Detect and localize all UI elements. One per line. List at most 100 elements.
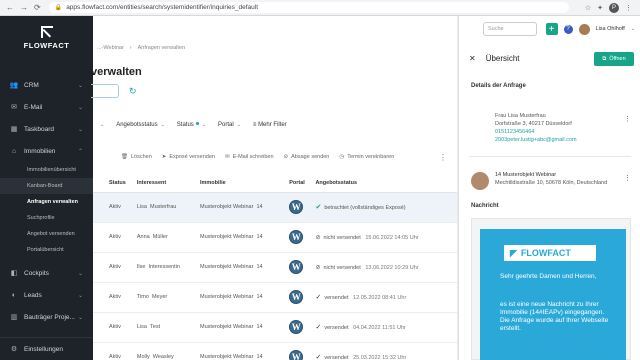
address-bar[interactable]: 🔒 apps.flowfact.com/entities/search/syst… bbox=[48, 2, 569, 13]
row-checkbox[interactable] bbox=[93, 342, 107, 360]
menu-icon[interactable]: ⋮ bbox=[625, 4, 632, 12]
cell-status: Aktiv bbox=[107, 192, 135, 223]
column-header-interessent[interactable]: Interessent bbox=[134, 174, 198, 193]
mail-logo: ◤ FLOWFACT bbox=[504, 245, 596, 261]
cell-interessent[interactable]: Lisa Test bbox=[134, 312, 198, 343]
sidebar-item-leads[interactable]: ◐ Leads ⌄ bbox=[0, 284, 93, 306]
reload-icon[interactable]: ⟳ bbox=[34, 3, 41, 12]
sidebar-sub-immobilienuebersicht[interactable]: Immobilienübersicht bbox=[0, 162, 93, 178]
cell-immobilie[interactable]: Musterobjekt Webinar 14 bbox=[198, 312, 288, 343]
cell-portal: W bbox=[287, 312, 314, 343]
sidebar-item-email[interactable]: ✉ E-Mail ⌄ bbox=[0, 96, 93, 118]
cell-immobilie[interactable]: Musterobjekt Webinar 14 bbox=[198, 342, 288, 360]
more-icon[interactable]: ⋮ bbox=[624, 115, 631, 123]
sidebar-item-settings[interactable]: ⚙ Einstellungen bbox=[0, 338, 93, 360]
table-row[interactable]: Aktiv Ilse Interessentin Musterobjekt Webi… bbox=[93, 252, 457, 283]
contact-address: Dorfstraße 3, 40217 Düsseldorf bbox=[495, 121, 572, 127]
contact-phone[interactable]: 0151123456464 bbox=[495, 129, 577, 135]
property-address: Mechtildisstraße 10, 50678 Köln, Deutsch… bbox=[495, 180, 608, 186]
cell-angebotsstatus: ✓ versendet 25.03.2022 15:32 Uhr bbox=[313, 342, 457, 360]
close-icon[interactable]: ✕ bbox=[469, 54, 476, 63]
more-actions-icon[interactable]: ⋮ bbox=[439, 153, 447, 162]
board-icon: ▦ bbox=[10, 126, 18, 133]
sidebar-item-label: Bauträger Proje... bbox=[24, 313, 75, 321]
back-icon[interactable]: ← bbox=[6, 3, 14, 12]
refresh-icon[interactable]: ↻ bbox=[129, 86, 137, 97]
cell-immobilie[interactable]: Musterobjekt Webinar 14 bbox=[198, 222, 288, 253]
sidebar-item-immobilien[interactable]: ⌂ Immobilien ⌃ bbox=[0, 140, 93, 162]
star-icon[interactable]: ☆ bbox=[585, 4, 591, 12]
filter-angebotsstatus[interactable]: Angebotsstatus ⌄ bbox=[116, 122, 165, 128]
filter-more[interactable]: ≡ Mehr Filter bbox=[253, 122, 287, 128]
sidebar-item-cockpits[interactable]: ◧ Cockpits ⌄ bbox=[0, 262, 93, 284]
write-email-button[interactable]: ✉ E-Mail schreiben bbox=[225, 154, 274, 160]
cell-angebotsstatus: ⊘ nicht versendet 13.06.2022 10:29 Uhr bbox=[313, 252, 457, 283]
brand-logo[interactable]: FLOWFACT bbox=[0, 16, 93, 60]
cell-immobilie[interactable]: Musterobjekt Webinar 14 bbox=[198, 282, 288, 313]
profile-avatar[interactable]: P bbox=[609, 2, 619, 13]
more-icon[interactable]: ⋮ bbox=[624, 174, 631, 182]
send-rejection-button[interactable]: ⊘ Absage senden bbox=[284, 154, 330, 160]
user-name[interactable]: Lisa Ohlhoff bbox=[596, 26, 625, 32]
column-header-portal[interactable]: Portal bbox=[287, 174, 314, 193]
sidebar-item-bautraeger[interactable]: ▥ Bauträger Proje... ⌄ bbox=[0, 306, 93, 328]
extensions-icon[interactable]: ✦ bbox=[597, 4, 603, 12]
cell-interessent[interactable]: Ilse Interessentin bbox=[134, 252, 198, 283]
table-row[interactable]: Aktiv Anna Müller Musterobjekt Webinar 14 W… bbox=[93, 222, 457, 253]
mail-greeting: Sehr geehrte Damen und Herren, bbox=[500, 273, 597, 280]
cell-interessent[interactable]: Molly Weasley bbox=[134, 342, 198, 360]
table-row[interactable]: Aktiv Lisa Musterfrau Musterobjekt Webinar… bbox=[93, 192, 457, 223]
cell-immobilie[interactable]: Musterobjekt Webinar 14 bbox=[198, 192, 288, 223]
reject-icon: ⊘ bbox=[283, 154, 289, 160]
global-search-input[interactable]: Suche bbox=[483, 22, 537, 36]
property-card[interactable]: 14 Musterobjekt Webinar Mechtildisstraße… bbox=[471, 172, 631, 190]
open-button[interactable]: ⧉ Öffnen bbox=[594, 52, 634, 66]
sidebar-item-label: Leads bbox=[24, 291, 42, 299]
column-header-status[interactable]: Status bbox=[107, 174, 135, 193]
chevron-down-icon[interactable]: ⌄ bbox=[631, 26, 635, 32]
mail-body: ◤ FLOWFACT Sehr geehrte Damen und Herren… bbox=[480, 229, 626, 360]
column-header-immobilie[interactable]: Immobilie bbox=[198, 174, 288, 193]
sidebar-item-taskboard[interactable]: ▦ Taskboard ⌄ bbox=[0, 118, 93, 140]
row-checkbox[interactable] bbox=[93, 282, 107, 313]
cell-immobilie[interactable]: Musterobjekt Webinar 14 bbox=[198, 252, 288, 283]
filter-status[interactable]: Status ⌄ bbox=[177, 122, 206, 128]
row-checkbox[interactable] bbox=[93, 312, 107, 343]
create-button[interactable]: + bbox=[545, 23, 558, 35]
cell-status: Aktiv bbox=[107, 282, 135, 313]
row-checkbox[interactable] bbox=[93, 192, 107, 223]
wordpress-icon: W bbox=[289, 350, 304, 360]
schedule-appointment-button[interactable]: ◷ Termin vereinbaren bbox=[339, 154, 394, 160]
sidebar-sub-angebot-versenden[interactable]: Angebot versenden bbox=[0, 226, 93, 242]
dashboard-icon: ◧ bbox=[10, 270, 18, 277]
sidebar-sub-anfragen-verwalten[interactable]: Anfragen verwalten bbox=[0, 194, 93, 210]
delete-button[interactable]: 🗑 Löschen bbox=[121, 154, 152, 160]
row-checkbox[interactable] bbox=[93, 222, 107, 253]
cell-interessent[interactable]: Timo Meyer bbox=[134, 282, 198, 313]
column-header-angebotsstatus[interactable]: Angebotsstatus bbox=[313, 174, 457, 193]
cell-portal: W bbox=[287, 222, 314, 253]
avatar[interactable] bbox=[578, 23, 590, 35]
row-checkbox[interactable] bbox=[93, 252, 107, 283]
sidebar-sub-kanban-board[interactable]: Kanban-Board bbox=[0, 178, 93, 194]
breadcrumb-item[interactable]: ...-Webinar bbox=[97, 45, 124, 51]
sidebar-item-crm[interactable]: 👥 CRM ⌄ bbox=[0, 74, 93, 96]
table-row[interactable]: Aktiv Timo Meyer Musterobjekt Webinar 14 W ✓… bbox=[93, 282, 457, 313]
mail-icon: ✉ bbox=[11, 104, 17, 111]
sidebar-item-label: Taskboard bbox=[24, 125, 54, 133]
contact-card[interactable]: Frau Lisa Musterfrau Dorfstraße 3, 40217… bbox=[471, 113, 631, 143]
send-expose-button[interactable]: ➤ Exposé versenden bbox=[162, 154, 215, 160]
sidebar-sub-portaluebersicht[interactable]: Portalübersicht bbox=[0, 242, 93, 258]
filter-portal[interactable]: Portal ⌄ bbox=[218, 122, 241, 128]
table-row[interactable]: Aktiv Molly Weasley Musterobjekt Webinar 1… bbox=[93, 342, 457, 360]
list-search-input[interactable] bbox=[91, 84, 119, 98]
sidebar-sub-suchprofile[interactable]: Suchprofile bbox=[0, 210, 93, 226]
sidebar-item-label: Immobilien bbox=[24, 147, 56, 155]
contact-email[interactable]: 2003peter.lustig+abc@gmail.com bbox=[495, 137, 577, 143]
cell-interessent[interactable]: Lisa Musterfrau bbox=[134, 192, 198, 223]
table-row[interactable]: Aktiv Lisa Test Musterobjekt Webinar 14 W ✓ v… bbox=[93, 312, 457, 343]
cell-interessent[interactable]: Anna Müller bbox=[134, 222, 198, 253]
forward-icon[interactable]: → bbox=[20, 3, 28, 12]
chevron-down-icon[interactable]: ⌄ bbox=[100, 122, 104, 128]
help-icon[interactable]: ? bbox=[563, 24, 573, 34]
